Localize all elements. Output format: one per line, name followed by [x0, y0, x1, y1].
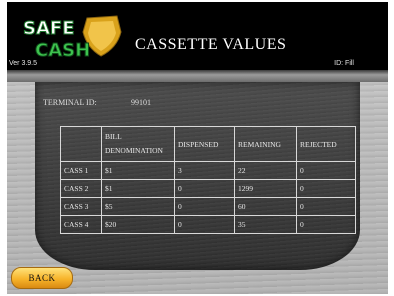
bill-denomination: $5: [101, 197, 175, 216]
table-header-row: BILL DENOMINATION DISPENSED REMAINING RE…: [60, 126, 356, 162]
safe-cash-logo: SAFE CASH: [23, 15, 122, 60]
cassette-name: CASS 3: [60, 197, 102, 216]
kiosk-screen: SAFE CASH CASSETTE VALUES Ver 3.9.5 ID: …: [7, 2, 388, 294]
dispensed-count: 0: [174, 179, 235, 198]
back-button[interactable]: BACK: [11, 267, 73, 289]
version-label: Ver 3.9.5: [9, 60, 38, 67]
table-row: CASS 3 $5 0 60 0: [60, 197, 356, 216]
bill-denomination: $1: [101, 161, 175, 180]
rejected-count: 0: [296, 215, 356, 234]
dispensed-count: 0: [174, 197, 235, 216]
remaining-count: 60: [234, 197, 297, 216]
table-row: CASS 2 $1 0 1299 0: [60, 179, 356, 198]
column-header-remaining: REMAINING: [234, 126, 297, 162]
column-header: [60, 126, 102, 162]
cassette-name: CASS 1: [60, 161, 102, 180]
cassette-table: BILL DENOMINATION DISPENSED REMAINING RE…: [60, 126, 356, 234]
logo-text-top: SAFE: [23, 18, 75, 39]
rejected-count: 0: [296, 161, 356, 180]
column-header-dispensed: DISPENSED: [174, 126, 235, 162]
rejected-count: 0: [296, 179, 356, 198]
table-row: CASS 4 $20 0 35 0: [60, 215, 356, 234]
bill-denomination: $20: [101, 215, 175, 234]
cassette-name: CASS 2: [60, 179, 102, 198]
column-header-bill-denomination: BILL DENOMINATION: [101, 126, 175, 162]
bill-denomination: $1: [101, 179, 175, 198]
header: SAFE CASH CASSETTE VALUES Ver 3.9.5 ID: …: [7, 2, 388, 70]
dispensed-count: 3: [174, 161, 235, 180]
dispensed-count: 0: [174, 215, 235, 234]
header-divider-bar: [7, 70, 388, 82]
remaining-count: 35: [234, 215, 297, 234]
terminal-id-label: TERMINAL ID:: [43, 98, 97, 107]
id-label: ID: Fill: [334, 60, 354, 67]
rejected-count: 0: [296, 197, 356, 216]
table-row: CASS 1 $1 3 22 0: [60, 161, 356, 180]
logo-text-bottom: CASH: [35, 40, 90, 60]
cassette-name: CASS 4: [60, 215, 102, 234]
terminal-id-value: 99101: [131, 98, 151, 107]
column-header-rejected: REJECTED: [296, 126, 356, 162]
remaining-count: 1299: [234, 179, 297, 198]
page-title: CASSETTE VALUES: [135, 36, 287, 53]
terminal-id-row: TERMINAL ID: 99101: [43, 98, 151, 107]
remaining-count: 22: [234, 161, 297, 180]
